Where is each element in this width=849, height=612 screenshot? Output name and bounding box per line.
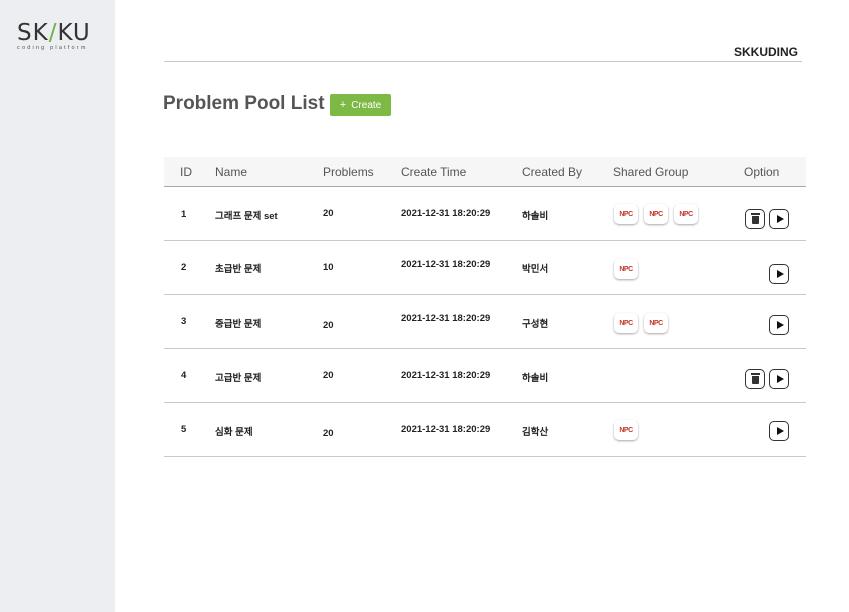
play-button[interactable] (769, 264, 789, 284)
create-button-label: Create (351, 99, 382, 111)
row-id: 5 (181, 424, 187, 435)
trash-icon (750, 373, 760, 384)
group-logo-icon[interactable]: NPC (614, 204, 638, 224)
row-created-by: 구성현 (522, 319, 549, 330)
row-create-time: 2021-12-31 18:20:29 (401, 313, 491, 324)
row-name[interactable]: 고급반 문제 (215, 370, 261, 384)
column-header-create-time: Create Time (401, 165, 467, 179)
table-row[interactable]: 4 고급반 문제 20 2021-12-31 18:20:29 하솔비 (164, 349, 806, 403)
column-header-name: Name (215, 165, 248, 179)
group-logo-icon[interactable]: NPC (644, 204, 668, 224)
row-id: 2 (181, 262, 187, 273)
column-header-created-by: Created By (522, 165, 583, 179)
row-created-by: 박민서 (522, 264, 549, 275)
row-name[interactable]: 그래프 문제 set (215, 208, 278, 222)
page-title: Problem Pool List (163, 93, 325, 114)
play-button[interactable] (769, 209, 789, 229)
group-logo-icon[interactable]: NPC (614, 420, 638, 440)
row-id: 3 (181, 316, 187, 327)
plus-icon: + (339, 99, 347, 111)
row-created-by: 김학산 (522, 427, 549, 438)
row-name[interactable]: 초급반 문제 (215, 261, 261, 275)
logo[interactable]: SK/KU coding platform (17, 20, 101, 52)
create-button[interactable]: + Create (330, 94, 391, 116)
shared-group-list: NPC (614, 259, 638, 279)
logo-part2: KU (57, 20, 91, 46)
play-button[interactable] (769, 315, 789, 335)
row-problems: 20 (323, 208, 334, 219)
row-problems: 20 (323, 320, 334, 331)
table-row[interactable]: 5 심화 문제 20 2021-12-31 18:20:29 김학산 NPC (164, 403, 806, 457)
row-name[interactable]: 심화 문제 (215, 424, 253, 438)
logo-part1: SK (17, 20, 49, 46)
column-header-option: Option (744, 165, 780, 179)
play-icon (776, 215, 784, 223)
logo-mark: SK/KU (17, 20, 101, 46)
play-icon (776, 321, 784, 329)
brand-name: SKKUDING (733, 45, 798, 59)
shared-group-list: NPC (614, 420, 638, 440)
row-problems: 20 (323, 370, 334, 381)
shared-group-list: NPC NPC NPC (614, 204, 698, 224)
play-button[interactable] (769, 369, 789, 389)
group-logo-icon[interactable]: NPC (674, 204, 698, 224)
group-logo-icon[interactable]: NPC (614, 313, 638, 333)
row-create-time: 2021-12-31 18:20:29 (401, 424, 491, 435)
group-logo-icon[interactable]: NPC (614, 259, 638, 279)
row-id: 1 (181, 209, 187, 220)
play-button[interactable] (769, 421, 789, 441)
row-created-by: 하솔비 (522, 373, 549, 384)
trash-icon (750, 213, 760, 224)
row-created-by: 하솔비 (522, 211, 549, 222)
table-row[interactable]: 3 중급반 문제 20 2021-12-31 18:20:29 구성현 NPC … (164, 295, 806, 349)
delete-button[interactable] (745, 369, 765, 389)
shared-group-list: NPC NPC (614, 313, 668, 333)
row-id: 4 (181, 370, 187, 381)
row-create-time: 2021-12-31 18:20:29 (401, 259, 491, 270)
group-logo-icon[interactable]: NPC (644, 313, 668, 333)
header-divider (164, 61, 802, 62)
play-icon (776, 270, 784, 278)
table-row[interactable]: 2 초급반 문제 10 2021-12-31 18:20:29 박민서 NPC (164, 241, 806, 295)
column-header-id: ID (180, 165, 192, 179)
table-header: ID Name Problems Create Time Created By … (164, 157, 806, 187)
row-create-time: 2021-12-31 18:20:29 (401, 208, 491, 219)
column-header-shared-group: Shared Group (613, 165, 689, 179)
problem-pool-table: ID Name Problems Create Time Created By … (164, 157, 806, 457)
table-row[interactable]: 1 그래프 문제 set 20 2021-12-31 18:20:29 하솔비 … (164, 187, 806, 241)
sidebar: SK/KU coding platform (0, 0, 115, 612)
row-create-time: 2021-12-31 18:20:29 (401, 370, 491, 381)
play-icon (776, 375, 784, 383)
play-icon (776, 427, 784, 435)
row-name[interactable]: 중급반 문제 (215, 316, 261, 330)
delete-button[interactable] (745, 209, 765, 229)
column-header-problems: Problems (323, 165, 374, 179)
row-problems: 10 (323, 262, 334, 273)
row-problems: 20 (323, 428, 334, 439)
